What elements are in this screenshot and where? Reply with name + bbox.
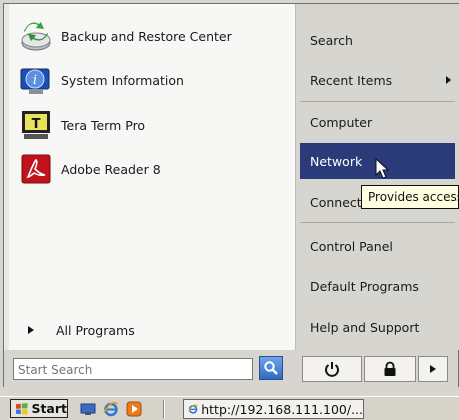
taskbar-window-button[interactable]: http://192.168.111.100/... xyxy=(183,399,364,419)
show-desktop-icon xyxy=(80,403,96,415)
menu-item-computer[interactable]: Computer xyxy=(296,104,459,140)
lock-icon xyxy=(384,361,396,376)
menu-item-label: Search xyxy=(310,32,353,48)
shutdown-options-button[interactable] xyxy=(418,356,448,382)
menu-item-label: Control Panel xyxy=(310,238,393,254)
taskbar-window-label: http://192.168.111.100/... xyxy=(201,401,363,417)
program-list: Backup and Restore Center i System Infor… xyxy=(9,4,296,350)
all-programs-button[interactable]: All Programs xyxy=(19,318,289,342)
menu-item-label: Recent Items xyxy=(310,72,393,88)
power-button[interactable] xyxy=(302,356,362,382)
media-player-icon xyxy=(126,401,142,417)
menu-item-label: Computer xyxy=(310,114,373,130)
arrow-right-icon xyxy=(28,326,34,334)
svg-text:T: T xyxy=(32,117,41,132)
taskbar: Start http://192.168.111.100/... xyxy=(0,396,459,420)
menu-item-recent-items[interactable]: Recent Items xyxy=(296,62,459,98)
program-label: Adobe Reader 8 xyxy=(61,161,161,177)
search-power-bar xyxy=(4,350,458,387)
menu-item-label: Help and Support xyxy=(310,319,420,335)
system-information-icon: i xyxy=(19,63,53,97)
arrow-right-icon xyxy=(430,365,436,373)
divider xyxy=(300,101,455,102)
start-search-input[interactable] xyxy=(14,360,252,380)
menu-item-help-support[interactable]: Help and Support xyxy=(296,309,459,345)
mouse-cursor-icon xyxy=(375,158,389,179)
search-button[interactable] xyxy=(259,356,283,380)
program-label: System Information xyxy=(61,72,184,88)
adobe-reader-icon xyxy=(19,152,53,186)
submenu-arrow-icon xyxy=(446,76,451,84)
show-desktop-button[interactable] xyxy=(80,401,96,417)
program-system-information[interactable]: i System Information xyxy=(19,60,289,100)
menu-item-control-panel[interactable]: Control Panel xyxy=(296,228,459,264)
windows-logo-icon xyxy=(15,402,28,415)
internet-explorer-quicklaunch[interactable] xyxy=(103,401,119,417)
backup-restore-icon xyxy=(19,19,53,53)
program-backup-restore[interactable]: Backup and Restore Center xyxy=(19,16,289,56)
svg-text:i: i xyxy=(33,73,37,88)
all-programs-label: All Programs xyxy=(56,322,135,338)
program-label: Backup and Restore Center xyxy=(61,28,232,44)
start-label: Start xyxy=(31,401,67,416)
media-player-quicklaunch[interactable] xyxy=(126,401,142,417)
screen: Backup and Restore Center i System Infor… xyxy=(0,0,459,420)
program-label: Tera Term Pro xyxy=(61,117,146,133)
internet-explorer-icon xyxy=(188,404,198,414)
menu-item-search[interactable]: Search xyxy=(296,22,459,58)
menu-item-label: Default Programs xyxy=(310,278,419,294)
magnifier-icon xyxy=(264,361,278,375)
menu-item-default-programs[interactable]: Default Programs xyxy=(296,268,459,304)
divider xyxy=(300,222,455,223)
tooltip: Provides access t xyxy=(361,185,459,209)
internet-explorer-icon xyxy=(103,401,119,417)
start-button[interactable]: Start xyxy=(10,399,68,418)
start-search-box xyxy=(13,358,253,380)
program-adobe-reader[interactable]: Adobe Reader 8 xyxy=(19,149,289,189)
menu-item-label: Network xyxy=(310,153,363,169)
program-tera-term[interactable]: T Tera Term Pro xyxy=(19,105,289,145)
power-icon xyxy=(325,362,339,377)
divider xyxy=(163,400,165,418)
tera-term-icon: T xyxy=(19,108,53,142)
lock-button[interactable] xyxy=(364,356,416,382)
